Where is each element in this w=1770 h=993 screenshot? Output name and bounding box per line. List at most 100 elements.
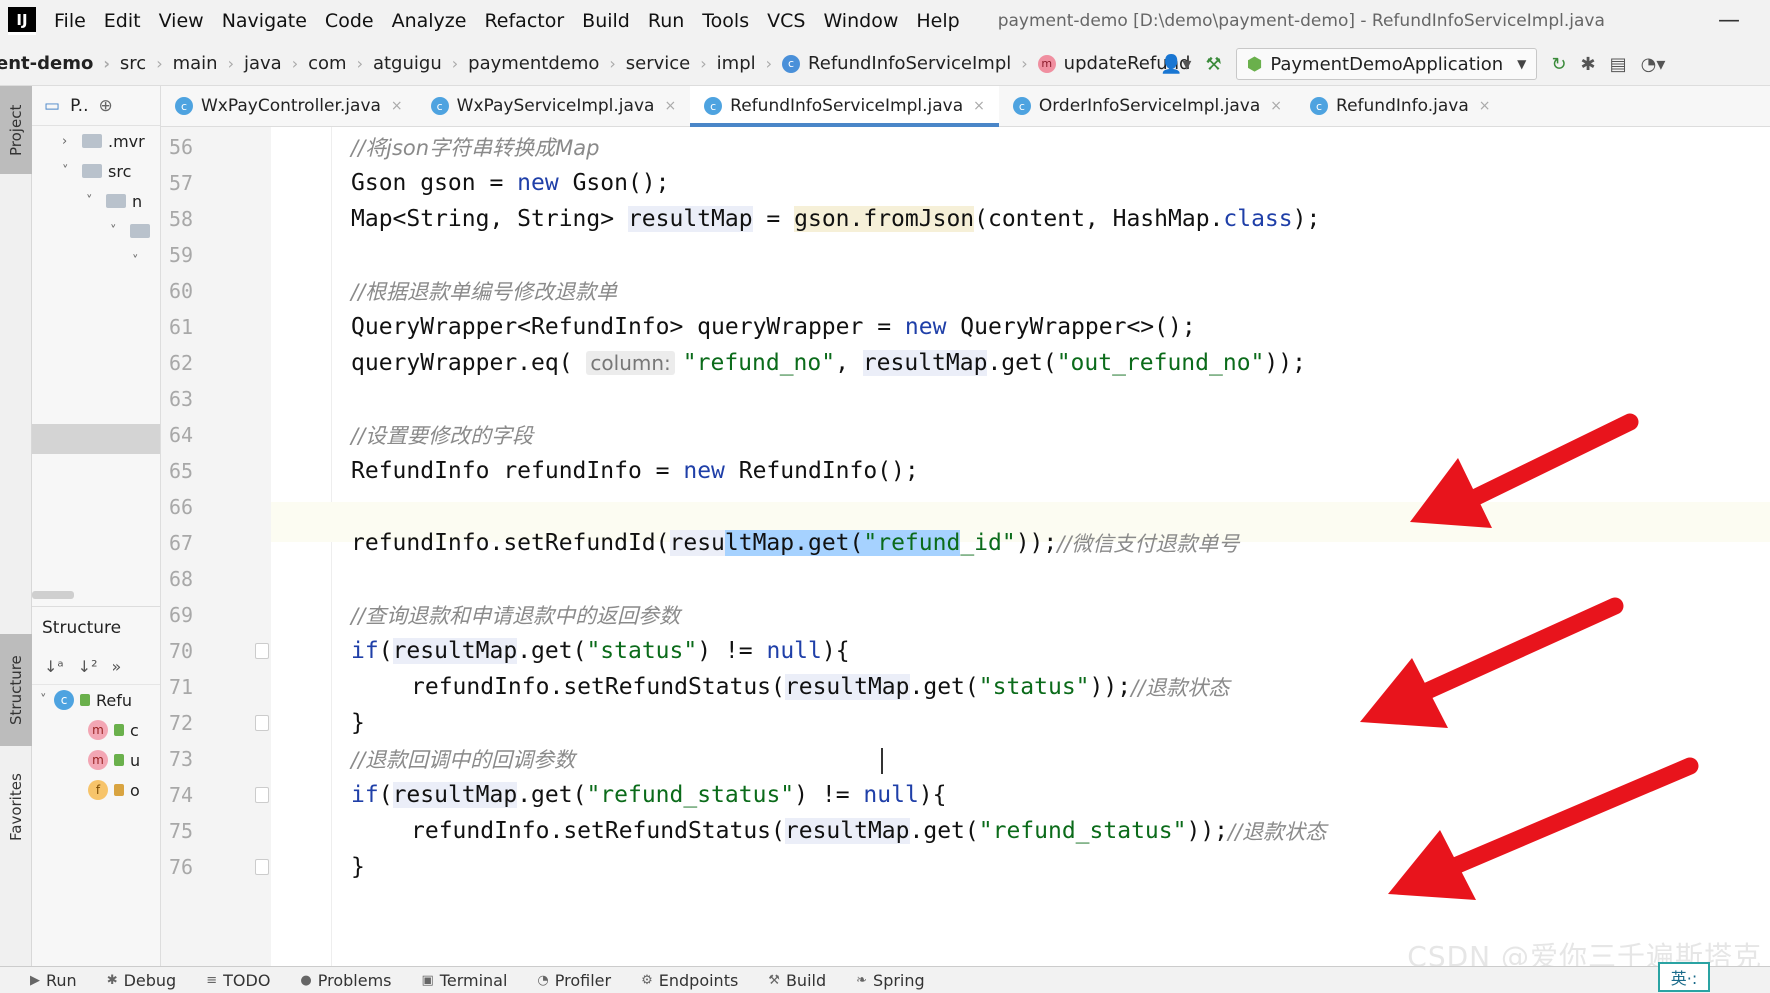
breadcrumb-java[interactable]: java › (244, 53, 308, 74)
breadcrumb-paymentdemo[interactable]: paymentdemo › (468, 53, 626, 74)
locate-icon[interactable]: ⊕ (98, 96, 112, 116)
tab-wxpaycontroller[interactable]: c WxPayController.java × (161, 86, 417, 126)
tree-item-main[interactable]: ˅ n (32, 186, 160, 216)
debug-icon[interactable]: ✱ (1581, 54, 1596, 75)
chevron-right-icon: › (227, 54, 234, 73)
tree-item-src[interactable]: ˅ src (32, 156, 160, 186)
menu-view[interactable]: View (159, 10, 204, 32)
breadcrumb-service[interactable]: service › (626, 53, 717, 74)
menu-help[interactable]: Help (916, 10, 959, 32)
code-string: "out_refund_no" (1056, 350, 1265, 376)
code-keyword: new (517, 170, 559, 196)
structure-tool-button[interactable]: Structure (0, 634, 32, 746)
code-keyword: new (904, 314, 947, 340)
sort-by-visibility-icon[interactable]: ↓ᵃ (44, 657, 64, 676)
fold-marker-icon[interactable] (255, 859, 269, 875)
spring-tool-button[interactable]: ❧ Spring (856, 971, 925, 990)
line-number-gutter[interactable]: 56 57 58 59 60 61 62 63 64 65 66 67 68 69 70 71 72 73 74 75… (161, 127, 271, 966)
menu-build[interactable]: Build (582, 10, 630, 32)
tree-item-java[interactable]: ˅ (32, 216, 160, 246)
tab-label: RefundInfoServiceImpl.java (730, 96, 964, 116)
sort-alphabetically-icon[interactable]: ↓² (78, 657, 98, 676)
terminal-tool-button[interactable]: ▣ Terminal (422, 971, 508, 990)
debug-tool-button[interactable]: ✱ Debug (107, 971, 177, 990)
menu-run[interactable]: Run (648, 10, 684, 32)
structure-panel: Structure ↓ᵃ ↓² » ˅ c Refu m c m u f o (32, 606, 161, 966)
project-tool-button[interactable]: Project (0, 86, 32, 174)
chevron-right-icon: › (609, 54, 616, 73)
line-number: 72 (169, 711, 194, 735)
close-icon[interactable]: × (973, 98, 985, 114)
close-icon[interactable]: × (1479, 98, 1491, 114)
menu-navigate[interactable]: Navigate (222, 10, 307, 32)
structure-item-class[interactable]: ˅ c Refu (32, 685, 160, 715)
menu-code[interactable]: Code (325, 10, 374, 32)
menu-file[interactable]: File (54, 10, 86, 32)
todo-tool-button[interactable]: ≡ TODO (206, 971, 270, 990)
more-options-icon[interactable]: » (112, 657, 122, 676)
tree-item-package[interactable]: ˅ (32, 246, 160, 276)
breadcrumb-atguigu[interactable]: atguigu › (373, 53, 468, 74)
rerun-icon[interactable]: ↻ (1551, 54, 1566, 75)
horizontal-scrollbar[interactable] (32, 591, 74, 599)
breadcrumb-class[interactable]: c RefundInfoServiceImpl › (782, 53, 1038, 74)
breadcrumb-project[interactable]: ent-demo › (0, 53, 120, 74)
project-view-icon: ▭ (44, 95, 61, 116)
hammer-icon[interactable]: ⚒ (1205, 54, 1221, 75)
code-comment: //微信支付退款单号 (1057, 532, 1240, 556)
menu-refactor[interactable]: Refactor (484, 10, 564, 32)
line-number: 69 (169, 603, 194, 627)
menu-vcs[interactable]: VCS (767, 10, 805, 32)
build-tool-button[interactable]: ⚒ Build (768, 971, 826, 990)
code-area[interactable]: //将json字符串转换成Map Gson gson = new Gson();… (271, 127, 1770, 966)
close-icon[interactable]: × (1270, 98, 1282, 114)
code-variable: resultMap (784, 674, 910, 700)
code-text: queryWrapper.eq( (351, 350, 587, 376)
menu-tools[interactable]: Tools (702, 10, 749, 32)
breadcrumb-com[interactable]: com › (308, 53, 373, 74)
profiler-tool-button[interactable]: ◔ Profiler (537, 971, 611, 990)
tab-wxpayserviceimpl[interactable]: c WxPayServiceImpl.java × (417, 86, 691, 126)
run-configuration-selector[interactable]: ⬢ PaymentDemoApplication ▼ (1235, 48, 1538, 80)
input-method-indicator[interactable]: 英·: (1658, 962, 1710, 992)
tab-label: WxPayServiceImpl.java (456, 96, 655, 116)
fold-marker-icon[interactable] (255, 787, 269, 803)
problems-tool-button[interactable]: ● Problems (300, 971, 391, 990)
tool-label: Problems (317, 970, 392, 990)
structure-item-field[interactable]: f o (32, 775, 160, 805)
coverage-icon[interactable]: ▤ (1610, 54, 1627, 75)
breadcrumb-main[interactable]: main › (173, 53, 244, 74)
breadcrumb-label: RefundInfoServiceImpl (808, 53, 1012, 74)
breadcrumb-impl[interactable]: impl › (717, 53, 782, 74)
user-icon[interactable]: 👤▾ (1160, 54, 1191, 75)
fold-marker-icon[interactable] (255, 643, 269, 659)
project-tool-label: Project (7, 104, 25, 156)
structure-item-label: c (130, 720, 139, 740)
menu-window[interactable]: Window (823, 10, 898, 32)
code-variable: resultMap (392, 782, 518, 808)
breadcrumb-src[interactable]: src › (120, 53, 173, 74)
close-icon[interactable]: × (391, 98, 403, 114)
tree-item-mvn[interactable]: › .mvr (32, 126, 160, 156)
project-view-selector[interactable]: P.. (70, 96, 88, 116)
code-comment: //退款状态 (1131, 676, 1230, 700)
tab-refundinfo[interactable]: c RefundInfo.java × (1296, 86, 1504, 126)
tree-item-label: n (132, 191, 143, 211)
tab-label: RefundInfo.java (1336, 96, 1469, 116)
code-string: "refund_no" (682, 350, 836, 376)
favorites-tool-button[interactable]: Favorites (0, 752, 32, 862)
endpoints-tool-button[interactable]: ⚙ Endpoints (641, 971, 738, 990)
menu-edit[interactable]: Edit (104, 10, 141, 32)
fold-marker-icon[interactable] (255, 715, 269, 731)
run-tool-button[interactable]: ▶ Run (30, 971, 77, 990)
structure-item-method[interactable]: m c (32, 715, 160, 745)
code-text: refundInfo.setRefundId( (351, 530, 670, 556)
tab-orderinfoserviceimpl[interactable]: c OrderInfoServiceImpl.java × (999, 86, 1296, 126)
menu-analyze[interactable]: Analyze (392, 10, 467, 32)
close-icon[interactable]: × (664, 98, 676, 114)
method-icon: m (1037, 54, 1056, 73)
minimize-button[interactable]: — (1718, 8, 1740, 33)
structure-item-method[interactable]: m u (32, 745, 160, 775)
profiler-icon[interactable]: ◔▾ (1641, 54, 1666, 75)
tab-refundinfoserviceimpl[interactable]: c RefundInfoServiceImpl.java × (690, 86, 999, 127)
